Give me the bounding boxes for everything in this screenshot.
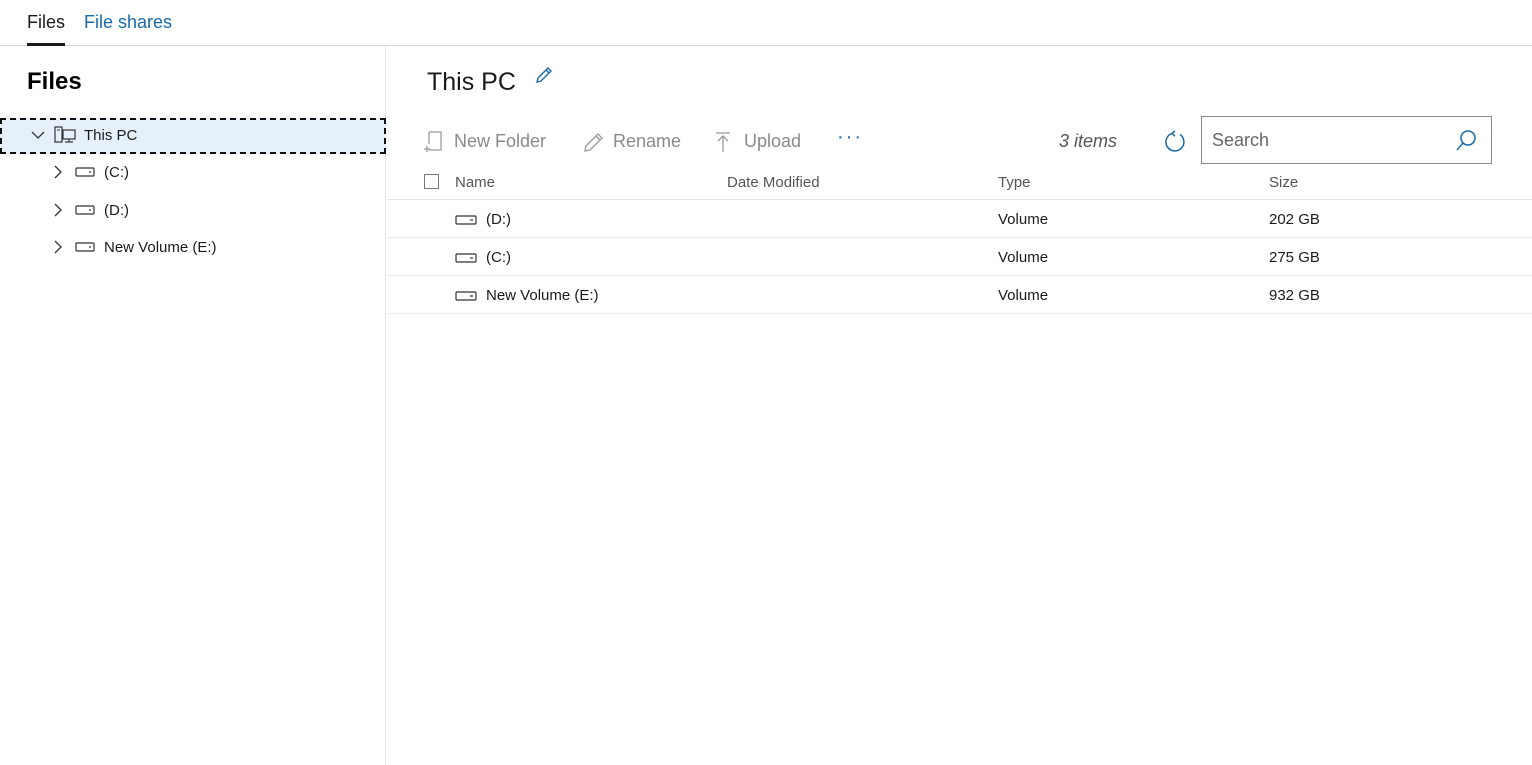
tree-item-label: This PC: [84, 127, 138, 144]
table-row[interactable]: New Volume (E:) Volume 932 GB: [387, 276, 1532, 314]
tree-item-d-drive[interactable]: (D:): [0, 193, 386, 229]
tree-item-label: (D:): [104, 202, 129, 219]
drive-icon: [75, 205, 95, 215]
search-input[interactable]: [1212, 127, 1452, 153]
tab-file-shares[interactable]: File shares: [84, 12, 172, 33]
upload-button[interactable]: Upload: [713, 128, 807, 158]
upload-arrow-icon: [716, 132, 730, 152]
left-panel: Files This PC (C:) (D:) New Volume (E:): [0, 46, 386, 765]
chevron-right-icon[interactable]: [51, 240, 65, 254]
page-title: This PC: [427, 68, 516, 96]
computer-icon: [54, 126, 76, 143]
row-size: 275 GB: [1269, 249, 1320, 266]
tree-item-label: New Volume (E:): [104, 239, 217, 256]
row-name[interactable]: New Volume (E:): [486, 287, 599, 304]
drive-icon: [455, 253, 477, 263]
column-header-size[interactable]: Size: [1269, 174, 1298, 191]
grid-header: Name Date Modified Type Size: [387, 164, 1532, 200]
row-size: 202 GB: [1269, 211, 1320, 228]
upload-label: Upload: [744, 131, 802, 151]
column-header-date-modified[interactable]: Date Modified: [727, 174, 820, 191]
drive-icon: [455, 215, 477, 225]
new-folder-icon: [424, 131, 442, 152]
chevron-right-icon[interactable]: [51, 165, 65, 179]
tree-item-this-pc[interactable]: This PC: [0, 118, 386, 154]
column-header-name[interactable]: Name: [455, 174, 495, 191]
chevron-right-icon[interactable]: [51, 203, 65, 217]
search-box: [1201, 116, 1492, 164]
tree-item-e-drive[interactable]: New Volume (E:): [0, 230, 386, 266]
tree-item-c-drive[interactable]: (C:): [0, 155, 386, 191]
tree-item-label: (C:): [104, 164, 129, 181]
row-size: 932 GB: [1269, 287, 1320, 304]
main-panel: This PC New Folder Rename Upload ··· 3 i…: [387, 46, 1532, 765]
rename-button[interactable]: Rename: [582, 128, 684, 158]
drive-icon: [75, 167, 95, 177]
new-folder-label: New Folder: [454, 131, 547, 151]
drive-icon: [75, 242, 95, 252]
chevron-down-icon[interactable]: [31, 128, 45, 142]
row-name[interactable]: (D:): [486, 211, 511, 228]
item-count: 3 items: [1059, 131, 1118, 151]
new-folder-button[interactable]: New Folder: [423, 128, 553, 158]
rename-pencil-icon: [584, 133, 603, 152]
top-tab-bar: Files File shares: [0, 0, 1532, 46]
drive-icon: [455, 291, 477, 301]
refresh-icon[interactable]: [1163, 130, 1187, 154]
row-type: Volume: [998, 211, 1049, 228]
row-name[interactable]: (C:): [486, 249, 511, 266]
search-icon[interactable]: [1454, 129, 1478, 153]
table-row[interactable]: (D:) Volume 202 GB: [387, 200, 1532, 238]
left-panel-title: Files: [27, 68, 82, 95]
table-row[interactable]: (C:) Volume 275 GB: [387, 238, 1532, 276]
tab-files[interactable]: Files: [27, 12, 66, 46]
select-all-checkbox[interactable]: [424, 174, 439, 189]
column-header-type[interactable]: Type: [998, 174, 1031, 191]
row-type: Volume: [998, 249, 1049, 266]
more-options-button[interactable]: ···: [837, 126, 863, 149]
rename-label: Rename: [613, 131, 682, 151]
pencil-edit-icon[interactable]: [533, 64, 555, 86]
row-type: Volume: [998, 287, 1049, 304]
